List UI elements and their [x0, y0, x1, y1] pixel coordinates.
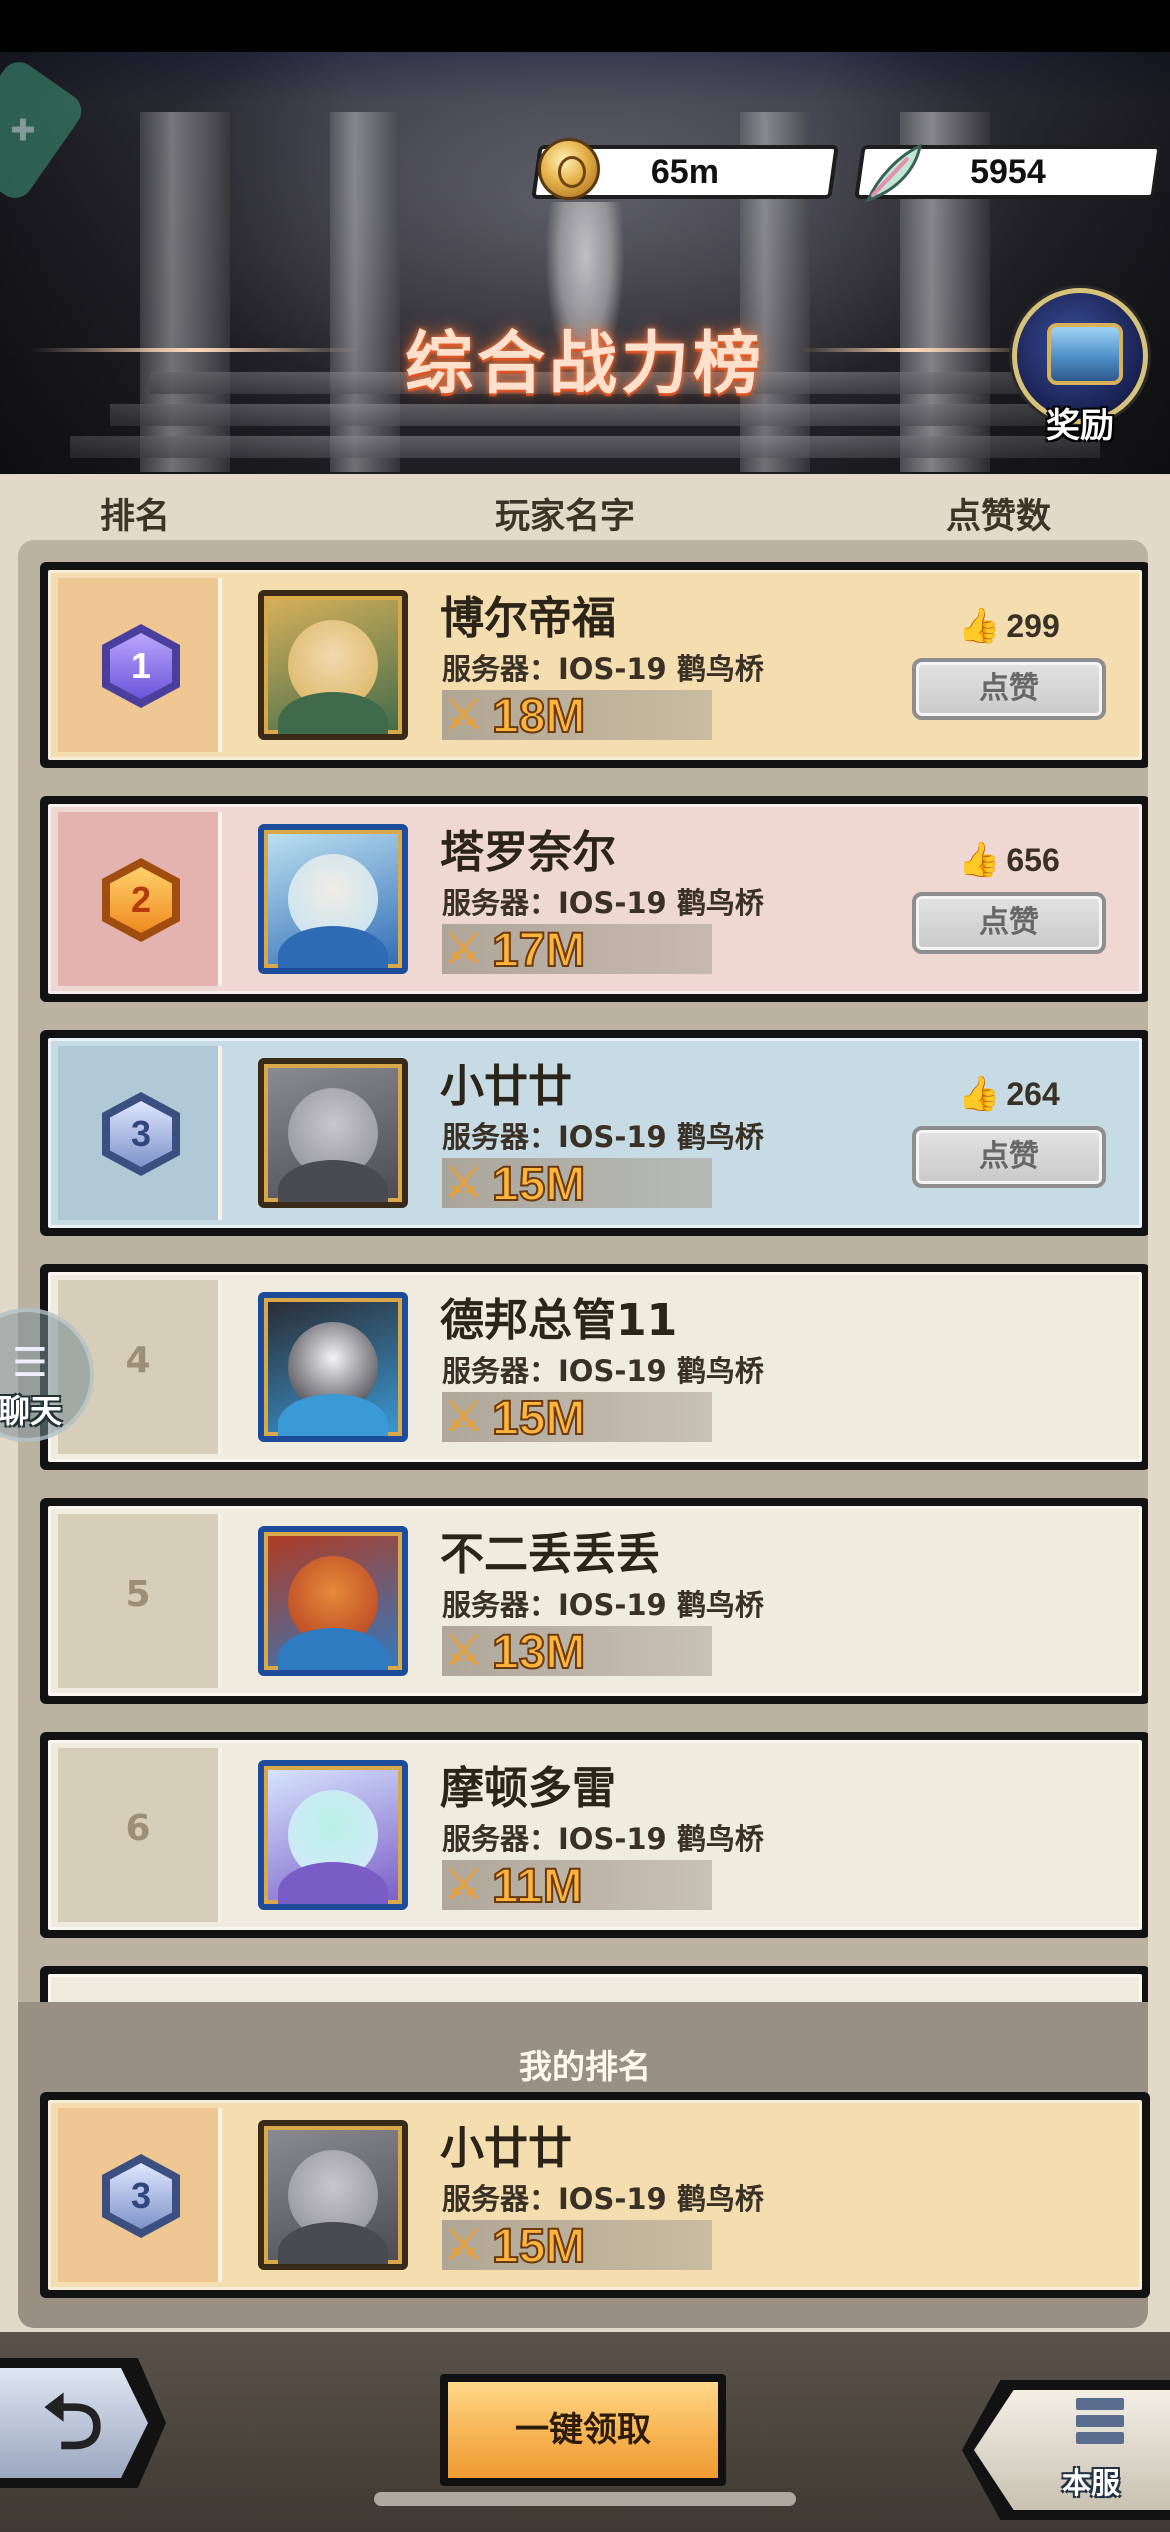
reward-label: 奖励	[1046, 406, 1114, 446]
power-value: 11M	[491, 1859, 584, 1914]
swords-icon: ⚔	[444, 1625, 484, 1676]
player-name: 不二丢丢丢	[440, 1529, 660, 1580]
back-button[interactable]: ⮌	[0, 2358, 166, 2488]
chat-label: 聊天	[0, 1392, 63, 1430]
power-value: 15M	[491, 1391, 586, 1446]
swords-icon: ⚔	[444, 689, 484, 740]
player-server: 服务器：IOS-19 鹳鸟桥	[442, 1588, 764, 1622]
rank-badge-icon: 3	[102, 1092, 180, 1176]
power-value: 15M	[491, 2219, 586, 2274]
column-headers: 排名 玩家名字 点赞数	[0, 474, 1170, 544]
rank-badge-number: 2	[110, 867, 172, 933]
leaderboard-list[interactable]: 1 博尔帝福 服务器：IOS-19 鹳鸟桥 ⚔ 18M 👍 299 点赞 2 塔罗奈…	[18, 540, 1148, 2002]
leaderboard-row[interactable]: 4 德邦总管11 服务器：IOS-19 鹳鸟桥 ⚔ 15M	[40, 1264, 1148, 1470]
column-player-name: 玩家名字	[495, 497, 636, 537]
likes-value: 299	[1006, 608, 1060, 644]
likes-count: 👍 264	[958, 1074, 1060, 1114]
leaderboard-row[interactable]: 1 博尔帝福 服务器：IOS-19 鹳鸟桥 ⚔ 18M 👍 299 点赞	[40, 562, 1148, 768]
player-server: 服务器：IOS-19 鹳鸟桥	[442, 1822, 764, 1856]
player-server: 服务器：IOS-19 鹳鸟桥	[442, 1120, 764, 1154]
rank-badge-number: 3	[110, 2163, 172, 2229]
player-name: 小廿廿	[440, 1061, 572, 1112]
leaderboard-row[interactable]: 6 摩顿多雷 服务器：IOS-19 鹳鸟桥 ⚔ 11M	[40, 1732, 1148, 1938]
page-title: 综合战力榜	[404, 325, 765, 404]
leaderboard-row[interactable]: 2 塔罗奈尔 服务器：IOS-19 鹳鸟桥 ⚔ 17M 👍 656 点赞	[40, 796, 1148, 1002]
claim-all-label: 一键领取	[448, 2382, 718, 2478]
back-arrow-icon: ⮌	[0, 2368, 148, 2478]
player-avatar[interactable]	[258, 1760, 408, 1910]
player-avatar[interactable]	[258, 1292, 408, 1442]
player-name: 博尔帝福	[440, 593, 616, 644]
player-server: 服务器：IOS-19 鹳鸟桥	[442, 2182, 764, 2216]
player-avatar[interactable]	[258, 590, 408, 740]
player-name: 小廿廿	[440, 2123, 572, 2174]
likes-value: 656	[1006, 842, 1060, 878]
my-rank-card: 3 小廿廿 服务器：IOS-19 鹳鸟桥 ⚔ 15M	[40, 2092, 1150, 2298]
like-button[interactable]: 点赞	[912, 1126, 1106, 1188]
power-value: 18M	[491, 689, 586, 744]
rank-cell: 6	[58, 1748, 218, 1922]
player-avatar[interactable]	[258, 1058, 408, 1208]
chest-icon	[1047, 323, 1123, 385]
leaderboard-row[interactable]: 5 不二丢丢丢 服务器：IOS-19 鹳鸟桥 ⚔ 13M	[40, 1498, 1148, 1704]
rank-cell: 5	[58, 1514, 218, 1688]
power-value: 17M	[491, 923, 586, 978]
like-button[interactable]: 点赞	[912, 658, 1106, 720]
coin-icon	[538, 138, 600, 200]
likes-count: 👍 299	[958, 606, 1060, 646]
thumbs-up-icon: 👍	[958, 1075, 1001, 1113]
rank-badge-icon: 2	[102, 858, 180, 942]
player-avatar[interactable]	[258, 824, 408, 974]
player-server: 服务器：IOS-19 鹳鸟桥	[442, 1354, 764, 1388]
claim-all-button[interactable]: 一键领取	[440, 2374, 726, 2486]
player-avatar[interactable]	[258, 2120, 408, 2270]
swords-icon: ⚔	[444, 1391, 484, 1442]
my-rank-title: 我的排名	[519, 2047, 651, 2086]
column-likes: 点赞数	[946, 497, 1052, 537]
leaderboard-row-partial	[40, 1966, 1148, 2002]
thumbs-up-icon: 👍	[958, 841, 1001, 879]
rank-badge-icon: 1	[102, 624, 180, 708]
power-value: 13M	[491, 1625, 586, 1680]
column-rank: 排名	[100, 497, 171, 537]
swords-icon: ⚔	[444, 923, 484, 974]
leaderboard-row[interactable]: 3 小廿廿 服务器：IOS-19 鹳鸟桥 ⚔ 15M 👍 264 点赞	[40, 1030, 1148, 1236]
like-button[interactable]: 点赞	[912, 892, 1106, 954]
player-name: 摩顿多雷	[440, 1763, 616, 1814]
player-server: 服务器：IOS-19 鹳鸟桥	[442, 886, 764, 920]
rank-badge-number: 3	[110, 1101, 172, 1167]
rank-cell: 2	[58, 812, 218, 986]
chat-icon: ☰	[12, 1340, 48, 1386]
rank-cell: 1	[58, 578, 218, 752]
power-value: 15M	[491, 1157, 586, 1212]
swords-icon: ⚔	[444, 1157, 484, 1208]
rank-cell: 3	[58, 1046, 218, 1220]
rank-badge-number: 1	[110, 633, 172, 699]
rank-number: 6	[125, 1808, 151, 1849]
swords-icon: ⚔	[444, 1859, 484, 1910]
feather-icon	[865, 143, 922, 203]
player-name: 德邦总管11	[440, 1295, 678, 1346]
likes-count: 👍 656	[958, 840, 1060, 880]
status-bar	[0, 0, 1170, 52]
server-list-icon	[1076, 2398, 1124, 2454]
player-server: 服务器：IOS-19 鹳鸟桥	[442, 652, 764, 686]
player-name: 塔罗奈尔	[440, 827, 616, 878]
swords-icon: ⚔	[444, 2219, 484, 2270]
thumbs-up-icon: 👍	[958, 607, 1001, 645]
player-avatar[interactable]	[258, 1526, 408, 1676]
likes-value: 264	[1006, 1076, 1060, 1112]
rank-number: 5	[125, 1574, 151, 1615]
rank-badge-icon: 3	[102, 2154, 180, 2238]
rank-cell: 3	[58, 2108, 218, 2282]
server-label: 本服	[1062, 2466, 1121, 2500]
hero-banner	[0, 52, 1170, 474]
home-indicator	[374, 2492, 796, 2506]
